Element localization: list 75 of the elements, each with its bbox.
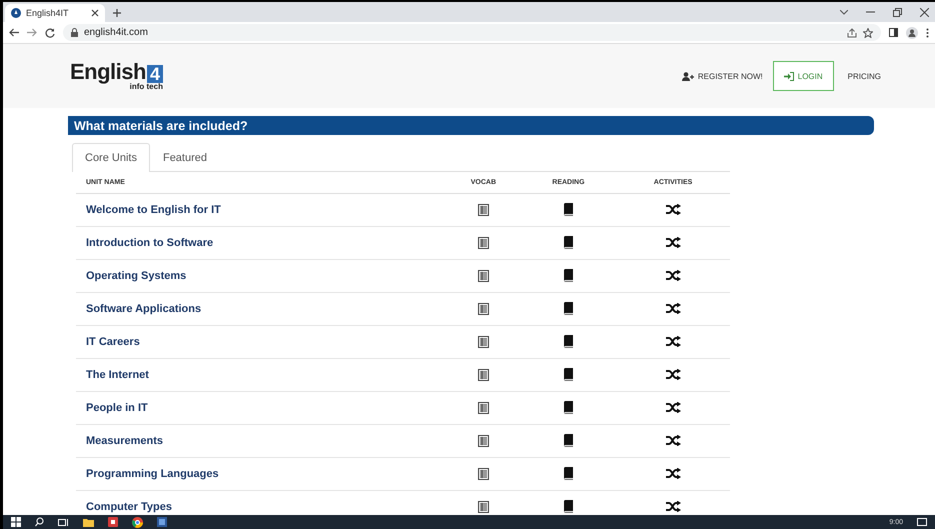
shuffle-icon[interactable]	[666, 237, 681, 248]
register-link[interactable]: REGISTER NOW!	[682, 72, 763, 80]
new-tab-icon[interactable]	[113, 9, 121, 17]
list-icon[interactable]	[478, 204, 489, 216]
share-icon[interactable]	[847, 28, 857, 38]
list-icon[interactable]	[478, 434, 489, 447]
app-icon[interactable]	[157, 517, 167, 527]
menu-icon[interactable]	[926, 28, 929, 38]
tab[interactable]: Core Units	[72, 143, 150, 172]
sign-in-icon	[784, 72, 794, 80]
shuffle-icon[interactable]	[666, 336, 681, 348]
close-icon[interactable]	[920, 8, 929, 16]
unit-name-link[interactable]: Software Applications	[76, 292, 446, 326]
sidebar-icon[interactable]	[889, 28, 898, 37]
back-icon[interactable]	[9, 28, 19, 37]
book-icon[interactable]	[562, 368, 574, 382]
book-icon[interactable]	[562, 335, 574, 348]
unit-name-link[interactable]: The Internet	[76, 358, 446, 392]
pricing-link[interactable]: PRICING	[844, 72, 881, 80]
lock-icon	[71, 28, 78, 37]
list-icon[interactable]	[478, 236, 489, 249]
unit-name-link[interactable]: Measurements	[76, 424, 446, 458]
book-icon[interactable]	[562, 500, 574, 514]
shuffle-icon[interactable]	[666, 303, 681, 314]
shuffle-icon[interactable]	[666, 204, 681, 216]
shuffle-icon[interactable]	[666, 270, 681, 282]
browser-tab[interactable]: English4IT	[5, 4, 105, 22]
site-logo[interactable]: English 4 info tech	[70, 61, 163, 91]
unit-name-link[interactable]: Welcome to English for IT	[76, 194, 446, 226]
list-icon[interactable]	[478, 402, 489, 414]
address-bar[interactable]: english4it.com	[63, 24, 881, 41]
star-icon[interactable]	[863, 28, 873, 38]
unit-name-link[interactable]: Programming Languages	[76, 458, 446, 490]
unit-name-link[interactable]: Operating Systems	[76, 260, 446, 292]
list-icon[interactable]	[478, 302, 489, 315]
reload-icon[interactable]	[45, 28, 55, 38]
list-icon[interactable]	[478, 368, 489, 381]
url-text: english4it.com	[84, 27, 148, 38]
shuffle-icon[interactable]	[666, 501, 681, 512]
book-icon[interactable]	[562, 236, 574, 250]
add-user-icon	[682, 72, 694, 80]
unit-name-link[interactable]: IT Careers	[76, 326, 446, 358]
close-icon[interactable]	[91, 9, 99, 17]
app-icon[interactable]	[108, 517, 118, 527]
windows-start-icon[interactable]	[11, 517, 21, 527]
book-icon[interactable]	[562, 434, 574, 448]
notification-icon[interactable]	[917, 518, 927, 526]
login-button[interactable]: LOGIN	[772, 61, 834, 91]
book-icon[interactable]	[562, 203, 574, 216]
list-icon[interactable]	[478, 468, 489, 480]
list-icon[interactable]	[478, 270, 489, 282]
chevron-down-icon[interactable]	[840, 10, 848, 14]
profile-icon[interactable]	[906, 26, 918, 38]
unit-name-link[interactable]: Introduction to Software	[76, 226, 446, 260]
book-icon[interactable]	[562, 467, 574, 480]
shuffle-icon[interactable]	[666, 369, 681, 380]
minimize-icon[interactable]	[866, 11, 875, 13]
tab[interactable]: Featured	[150, 143, 220, 172]
book-icon[interactable]	[562, 302, 574, 316]
shuffle-icon[interactable]	[666, 402, 681, 414]
book-icon[interactable]	[562, 269, 574, 282]
forward-icon[interactable]	[27, 28, 37, 37]
tab-title: English4IT	[26, 8, 70, 18]
restore-icon[interactable]	[893, 8, 902, 16]
search-icon[interactable]	[35, 517, 44, 527]
shuffle-icon[interactable]	[666, 468, 681, 480]
list-icon[interactable]	[478, 336, 489, 348]
list-icon[interactable]	[478, 500, 489, 513]
browser-icon[interactable]	[132, 516, 143, 528]
task-view-icon[interactable]	[58, 518, 69, 526]
section-title: What materials are included?	[68, 116, 874, 135]
book-icon[interactable]	[562, 401, 574, 414]
unit-name-link[interactable]: People in IT	[76, 392, 446, 424]
shuffle-icon[interactable]	[666, 435, 681, 446]
folder-icon[interactable]	[83, 518, 94, 526]
